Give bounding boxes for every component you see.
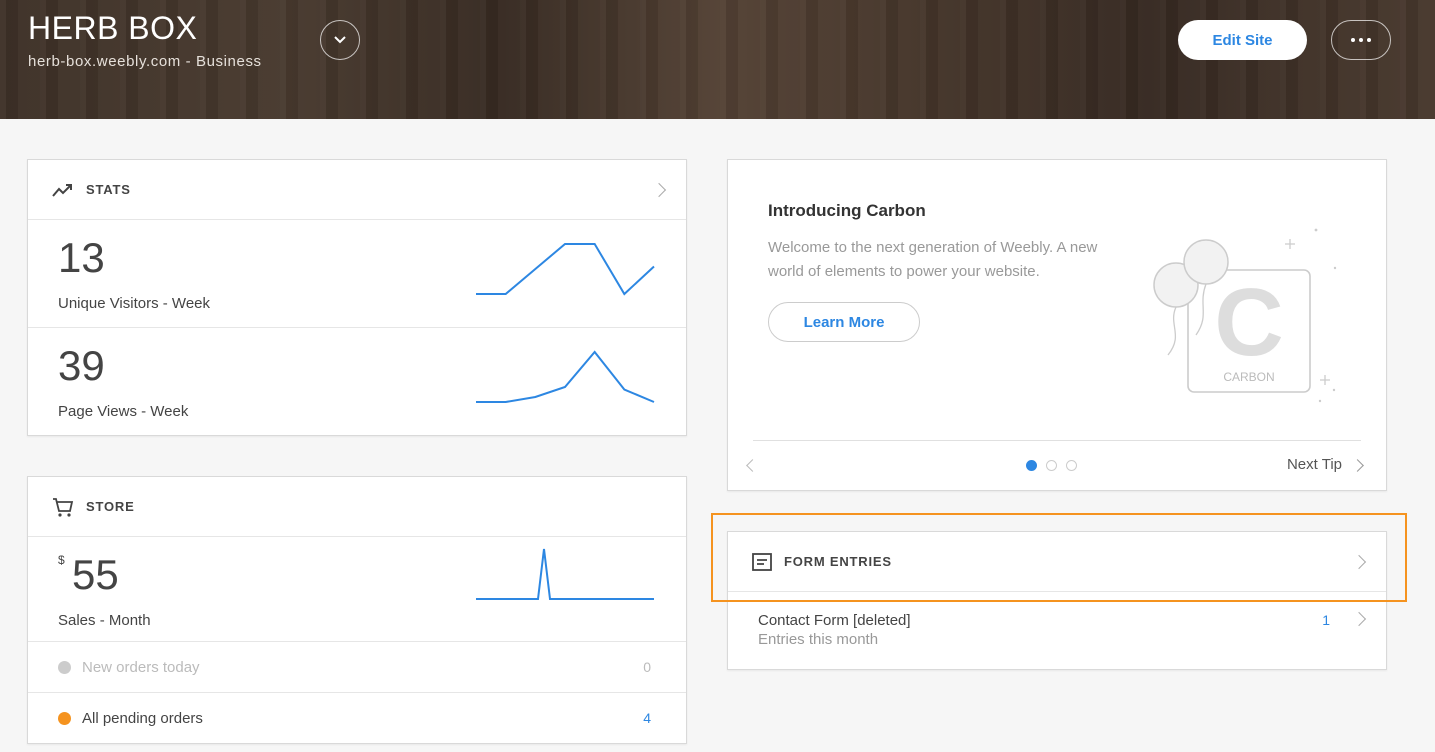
chevron-left-icon[interactable]	[746, 459, 759, 472]
currency-symbol: $	[58, 553, 65, 567]
pager-dot-3[interactable]	[1066, 460, 1077, 471]
tip-pager	[1026, 460, 1077, 471]
form-icon	[752, 552, 772, 571]
stat-row-sales: $ 55 Sales - Month	[28, 537, 686, 641]
new-orders-label: New orders today	[82, 658, 200, 676]
sparkline-path	[476, 548, 654, 600]
edit-site-button[interactable]: Edit Site	[1178, 20, 1307, 60]
form-entry-row[interactable]: Contact Form [deleted] Entries this mont…	[728, 592, 1386, 668]
form-name: Contact Form [deleted]	[758, 612, 911, 629]
form-entries-card: FORM ENTRIES Contact Form [deleted] Entr…	[727, 531, 1387, 670]
new-orders-count: 0	[643, 659, 651, 675]
carbon-balloons-illustration: C CARBON	[1153, 228, 1337, 403]
pager-dot-2[interactable]	[1046, 460, 1057, 471]
form-entries-sub: Entries this month	[758, 631, 879, 648]
visitors-sparkline	[476, 243, 655, 296]
chevron-right-icon[interactable]	[651, 182, 667, 197]
next-tip-link[interactable]: Next Tip	[1287, 456, 1342, 473]
form-entries-title: FORM ENTRIES	[784, 554, 892, 569]
stats-card-header[interactable]: STATS	[28, 160, 686, 220]
pending-orders-label: All pending orders	[82, 709, 203, 727]
status-dot-icon	[58, 660, 71, 674]
site-title: HERB BOX	[28, 10, 198, 46]
sales-label: Sales - Month	[58, 612, 151, 629]
more-dots-icon	[1351, 38, 1355, 42]
store-title: STORE	[86, 499, 135, 514]
new-orders-row[interactable]: New orders today 0	[28, 641, 686, 692]
stats-card: STATS 13 Unique Visitors - Week 39 Page …	[27, 159, 687, 436]
tip-card: Introducing Carbon Welcome to the next g…	[727, 159, 1387, 491]
form-entries-header[interactable]: FORM ENTRIES	[728, 532, 1386, 592]
tip-title: Introducing Carbon	[768, 201, 926, 220]
status-dot-icon	[58, 711, 71, 725]
store-card: STORE $ 55 Sales - Month New orders toda…	[27, 476, 687, 744]
trend-up-icon	[52, 183, 72, 197]
page-views-label: Page Views - Week	[58, 403, 189, 420]
tip-divider	[753, 440, 1361, 441]
more-options-button[interactable]	[1331, 20, 1391, 60]
learn-more-button[interactable]: Learn More	[768, 302, 920, 342]
chevron-right-icon[interactable]	[1351, 554, 1367, 569]
unique-visitors-label: Unique Visitors - Week	[58, 295, 211, 312]
pager-dot-1[interactable]	[1026, 460, 1037, 471]
cart-icon	[53, 497, 74, 517]
svg-text:C: C	[1214, 269, 1283, 376]
tip-text: Welcome to the next generation of Weebly…	[768, 239, 1098, 280]
pageviews-sparkline	[476, 350, 655, 403]
sparkline-path	[476, 350, 655, 403]
site-url: herb-box.weebly.com - Business	[28, 53, 262, 70]
stat-row-visitors: 13 Unique Visitors - Week	[28, 220, 686, 328]
sales-sparkline	[476, 548, 654, 600]
unique-visitors-value: 13	[58, 234, 105, 281]
chevron-right-icon[interactable]	[1351, 459, 1364, 472]
carbon-label: CARBON	[1223, 370, 1274, 384]
pending-orders-row[interactable]: All pending orders 4	[28, 692, 686, 743]
sales-value: 55	[72, 551, 119, 598]
stats-title: STATS	[86, 182, 131, 197]
form-entries-count[interactable]: 1	[1322, 612, 1330, 628]
store-card-header[interactable]: STORE	[28, 477, 686, 537]
pending-orders-count[interactable]: 4	[643, 710, 651, 726]
page-views-value: 39	[58, 342, 105, 389]
site-switcher-button[interactable]	[320, 20, 360, 60]
site-header-banner: HERB BOX herb-box.weebly.com - Business …	[0, 0, 1435, 119]
chevron-down-icon	[334, 36, 346, 44]
stat-row-pageviews: 39 Page Views - Week	[28, 328, 686, 436]
sparkline-path	[476, 243, 655, 296]
